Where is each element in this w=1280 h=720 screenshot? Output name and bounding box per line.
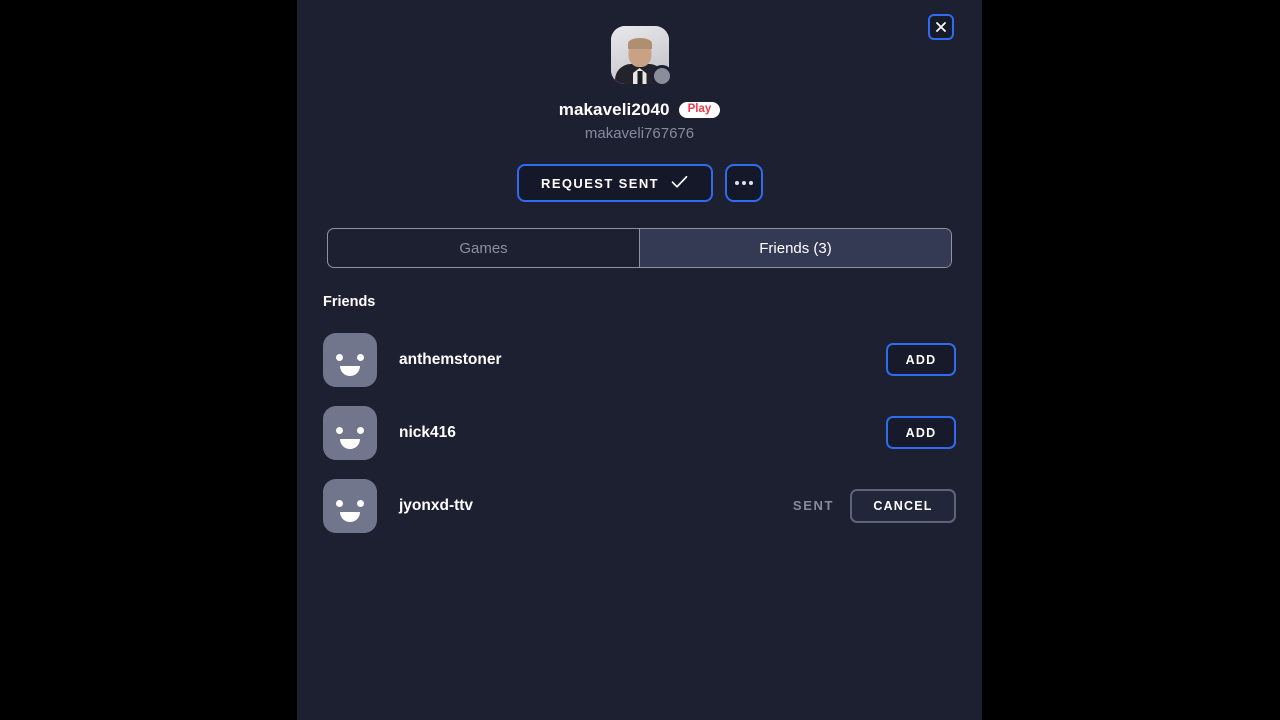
request-sent-button[interactable]: REQUEST SENT — [516, 164, 713, 202]
friend-name: jyonxd-ttv — [399, 496, 474, 514]
smiley-avatar-icon — [323, 478, 377, 533]
display-name: makaveli2040 — [558, 100, 670, 119]
status-indicator-offline — [650, 65, 673, 87]
tab-bar: Games Friends (3) — [327, 228, 952, 268]
action-row: REQUEST SENT — [516, 164, 763, 202]
status-badge-sent: SENT — [792, 498, 834, 513]
list-item[interactable]: anthemstoner ADD — [297, 323, 982, 396]
name-row: makaveli2040 Play — [559, 100, 721, 120]
profile-header: makaveli2040 Play makaveli767676 REQUEST… — [297, 0, 982, 202]
friends-list: anthemstoner ADD nick416 ADD jyonxd-ttv … — [297, 323, 982, 542]
tab-games[interactable]: Games — [328, 229, 639, 267]
check-icon — [671, 175, 688, 192]
add-friend-button[interactable]: ADD — [886, 416, 956, 449]
more-horizontal-icon — [734, 181, 753, 185]
avatar[interactable] — [610, 26, 673, 87]
smiley-avatar-icon — [323, 332, 377, 387]
smiley-avatar-icon — [323, 405, 377, 460]
tab-friends[interactable]: Friends (3) — [639, 229, 951, 267]
add-friend-button[interactable]: ADD — [886, 343, 956, 376]
close-icon — [935, 21, 947, 33]
cancel-request-button[interactable]: CANCEL — [850, 488, 956, 523]
close-button[interactable] — [928, 14, 954, 40]
list-item[interactable]: nick416 ADD — [297, 396, 982, 469]
list-item[interactable]: jyonxd-ttv SENT CANCEL — [297, 469, 982, 542]
profile-panel: makaveli2040 Play makaveli767676 REQUEST… — [297, 0, 982, 720]
more-options-button[interactable] — [724, 164, 763, 202]
screen-root: makaveli2040 Play makaveli767676 REQUEST… — [0, 0, 1280, 720]
friends-section-title: Friends — [323, 294, 376, 310]
user-handle: makaveli767676 — [584, 125, 695, 142]
request-sent-label: REQUEST SENT — [541, 175, 659, 191]
friend-name: nick416 — [399, 423, 456, 441]
friend-name: anthemstoner — [399, 350, 502, 368]
play-badge[interactable]: Play — [678, 101, 721, 119]
